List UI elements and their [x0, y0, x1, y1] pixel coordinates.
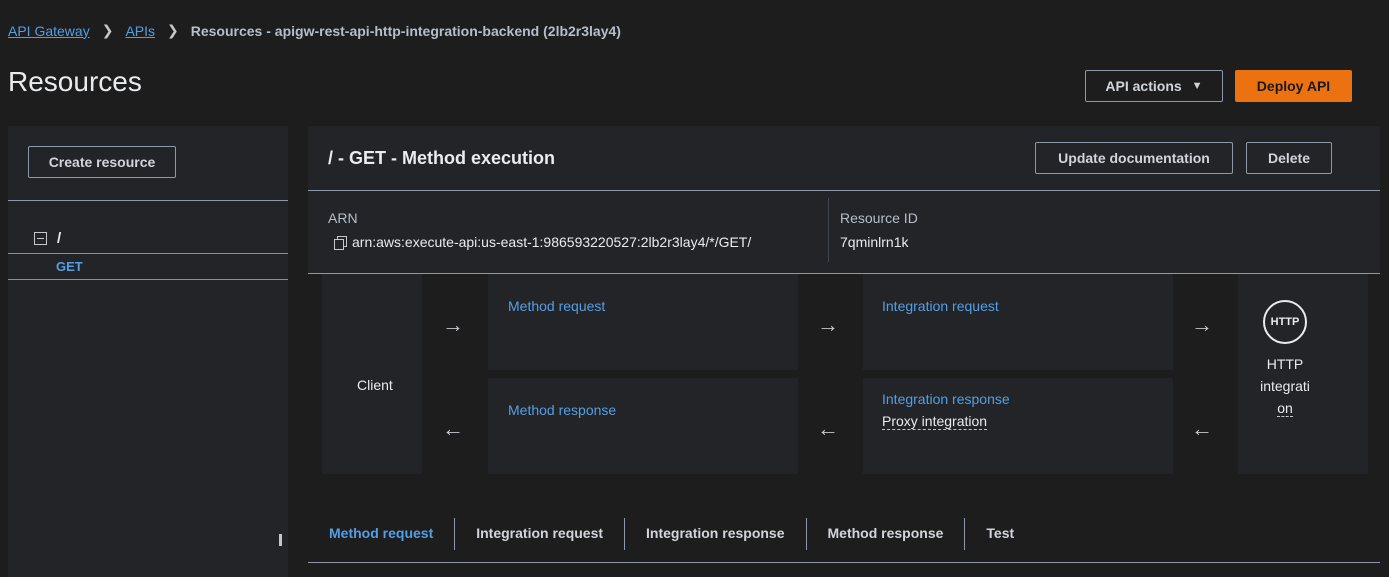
update-documentation-button[interactable]: Update documentation [1035, 142, 1233, 174]
client-box [322, 274, 422, 474]
arn-label: ARN [328, 210, 358, 226]
http-integration-label: HTTP integrati on [1250, 353, 1320, 419]
arrow-right-icon: → [1191, 312, 1213, 337]
integration-response-link[interactable]: Integration response [882, 391, 1010, 407]
proxy-integration-label[interactable]: Proxy integration [882, 413, 988, 430]
copy-icon[interactable] [334, 235, 347, 250]
api-actions-button[interactable]: API actions ▼ [1085, 70, 1223, 102]
chevron-right-icon: ❯ [101, 22, 114, 38]
tree-root-label: / [57, 230, 62, 247]
resource-tree-panel: Create resource / GET [8, 126, 288, 577]
http-label-line-3: on [1277, 400, 1293, 417]
deploy-api-button[interactable]: Deploy API [1235, 70, 1352, 102]
divider [828, 198, 829, 262]
resize-handle[interactable] [279, 534, 282, 546]
arn-text: arn:aws:execute-api:us-east-1:9865932205… [352, 234, 752, 250]
arrow-left-icon: ← [817, 416, 839, 441]
arrow-left-icon: ← [1191, 416, 1213, 441]
arn-value: arn:aws:execute-api:us-east-1:9865932205… [334, 234, 751, 250]
collapse-icon[interactable] [34, 232, 47, 245]
breadcrumb-apis[interactable]: APIs [125, 23, 155, 39]
arrow-right-icon: → [442, 312, 464, 337]
method-request-link[interactable]: Method request [508, 298, 605, 314]
chevron-right-icon: ❯ [167, 22, 179, 38]
tab-method-request[interactable]: Method request [308, 518, 454, 550]
delete-button[interactable]: Delete [1246, 142, 1332, 174]
method-execution-panel: / - GET - Method execution Update docume… [308, 126, 1380, 487]
page-title: Resources [8, 66, 142, 97]
panel-title: / - GET - Method execution [328, 148, 556, 168]
breadcrumb-current: Resources - apigw-rest-api-http-integrat… [190, 22, 621, 39]
client-label: Client [357, 377, 393, 393]
resource-id-value: 7qminlrn1k [840, 234, 909, 250]
method-tabs: Method request Integration request Integ… [308, 518, 1380, 563]
tree-method-get[interactable]: GET [8, 253, 288, 280]
tab-integration-request[interactable]: Integration request [454, 518, 624, 550]
caret-down-icon: ▼ [1191, 80, 1203, 92]
divider [8, 200, 288, 201]
http-label-line-2: integrati [1260, 378, 1310, 394]
arrow-right-icon: → [817, 312, 839, 337]
breadcrumb: API Gateway ❯ APIs ❯ Resources - apigw-r… [8, 22, 621, 39]
divider [308, 190, 1380, 191]
integration-request-box [863, 274, 1173, 370]
tree-root-resource[interactable]: / [34, 230, 61, 247]
http-label-line-1: HTTP [1266, 356, 1304, 372]
method-response-box [488, 378, 798, 474]
method-response-link[interactable]: Method response [508, 402, 616, 418]
method-execution-flow: Client → → → ← ← ← Method request Integr… [308, 274, 1380, 487]
integration-request-link[interactable]: Integration request [882, 298, 999, 314]
api-actions-label: API actions [1105, 78, 1182, 94]
method-request-box [488, 274, 798, 370]
resource-id-label: Resource ID [840, 210, 918, 226]
tab-method-response[interactable]: Method response [805, 518, 965, 550]
breadcrumb-api-gateway[interactable]: API Gateway [8, 23, 90, 39]
tab-integration-response[interactable]: Integration response [624, 518, 805, 550]
create-resource-button[interactable]: Create resource [28, 146, 176, 178]
http-icon: HTTP [1263, 300, 1307, 344]
arrow-left-icon: ← [442, 416, 464, 441]
tab-test[interactable]: Test [964, 518, 1035, 550]
